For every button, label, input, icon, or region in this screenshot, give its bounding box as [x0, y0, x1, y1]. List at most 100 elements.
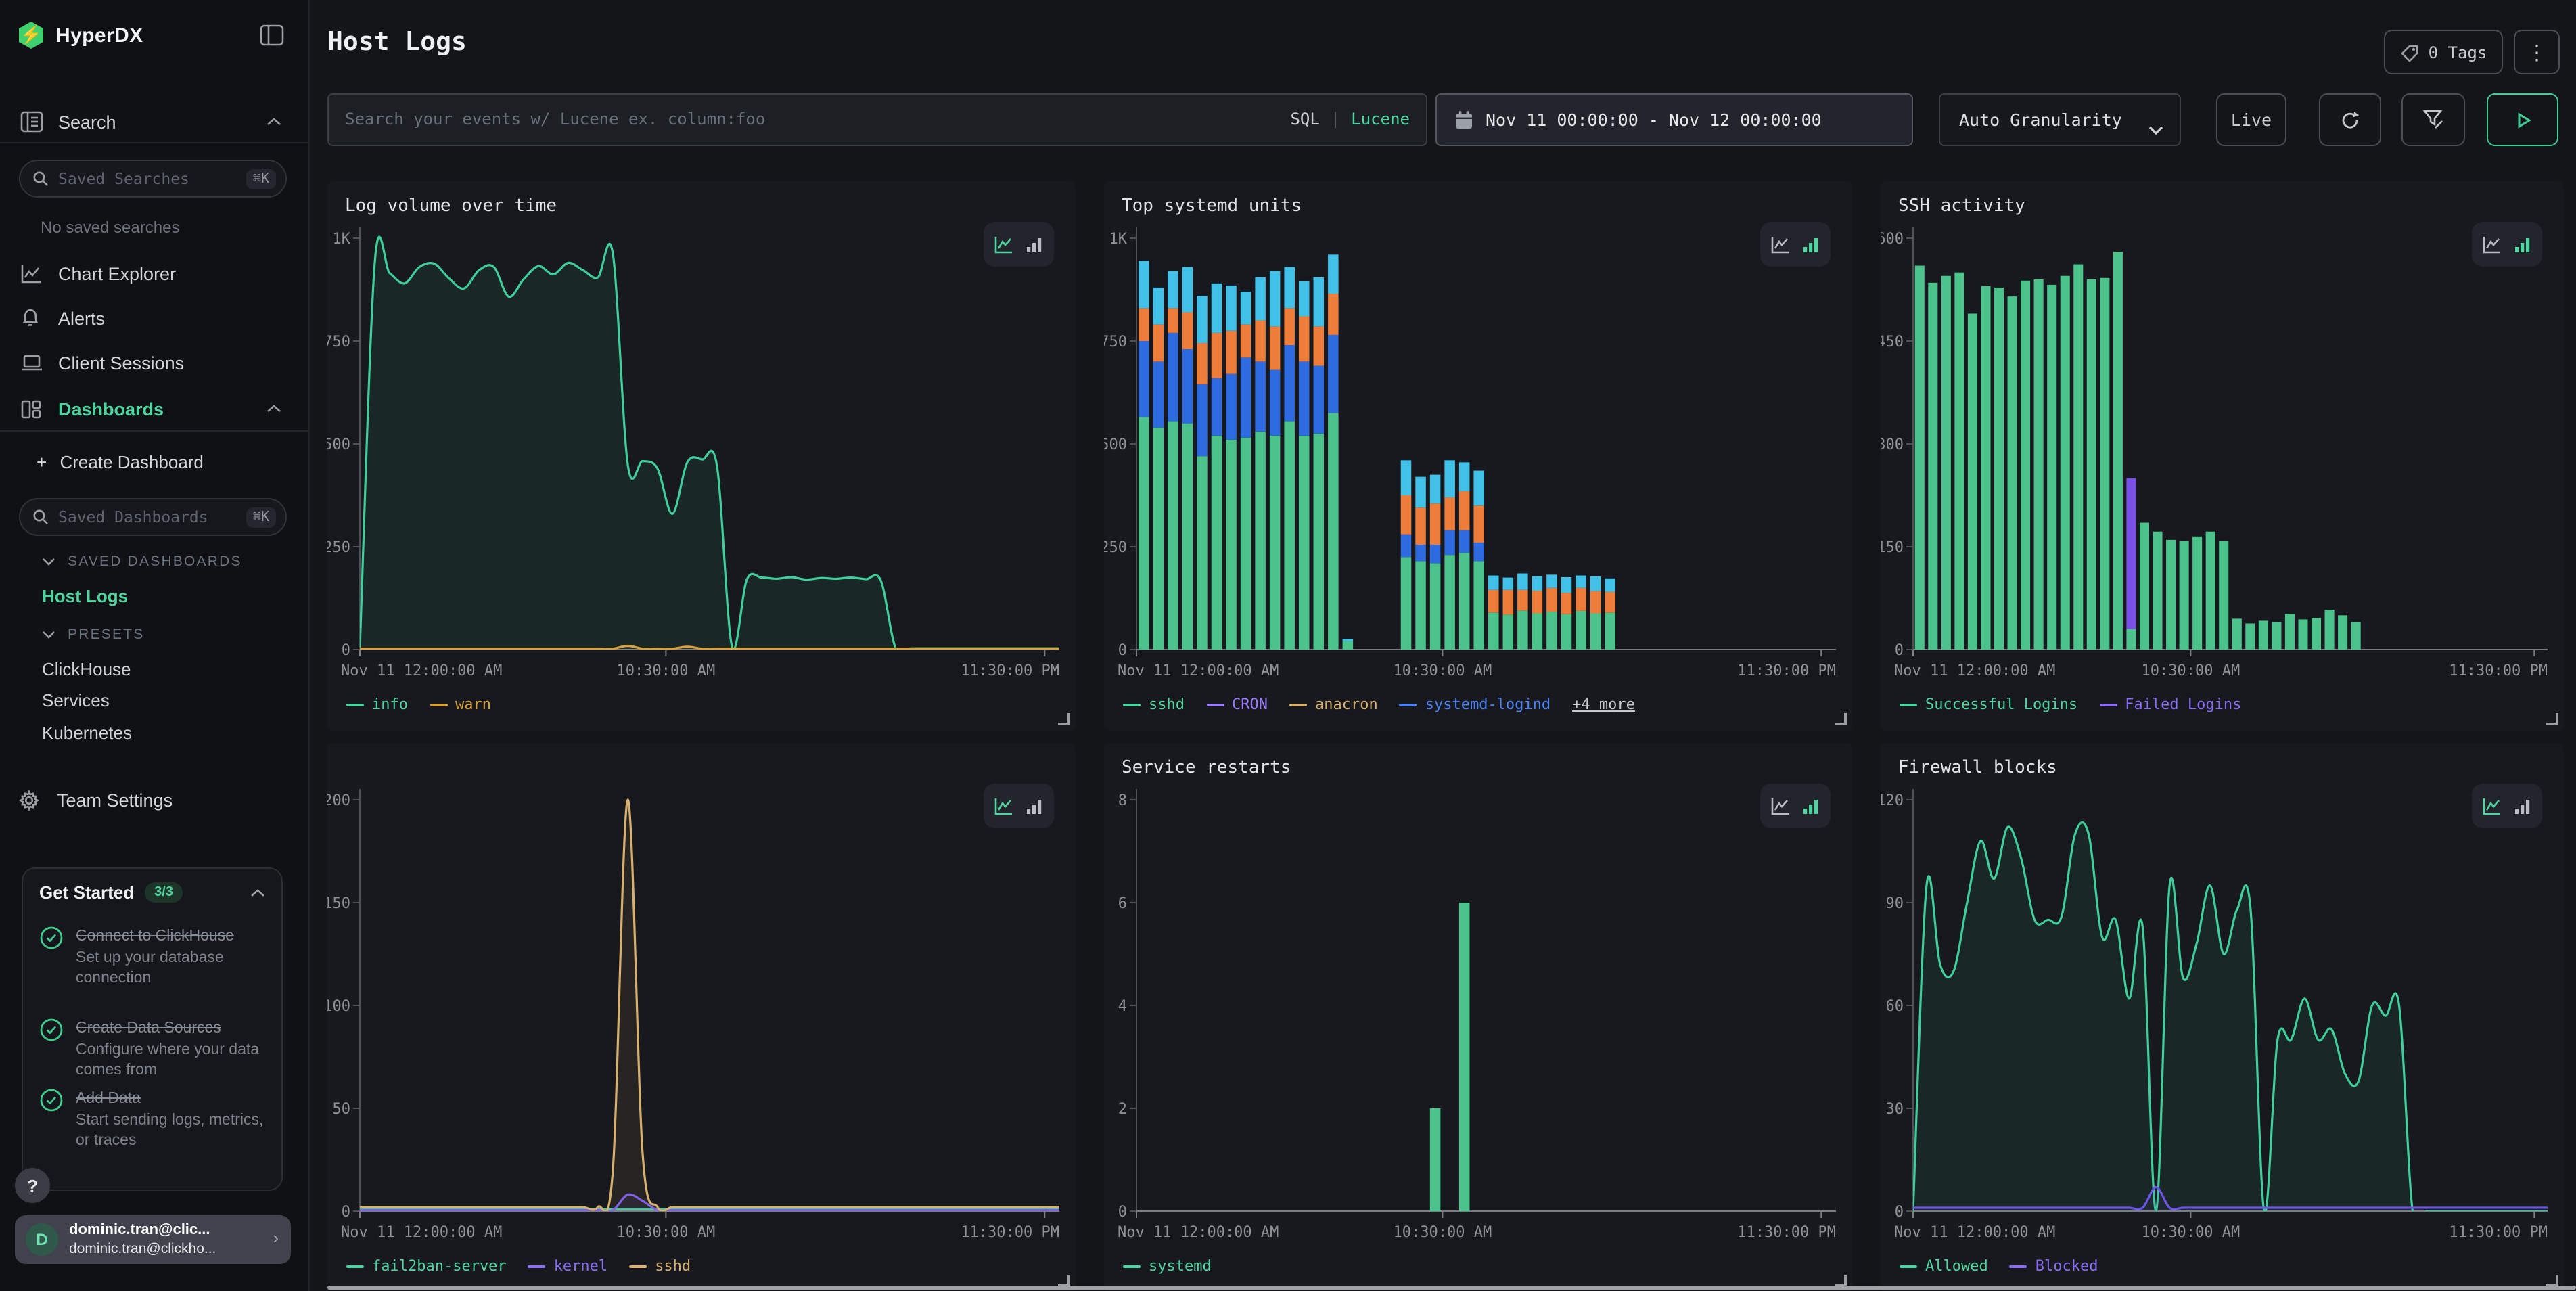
svg-text:300: 300	[1881, 436, 1904, 453]
bar-chart-icon[interactable]	[1801, 796, 1821, 816]
help-button[interactable]: ?	[15, 1168, 50, 1203]
svg-text:750: 750	[1104, 334, 1127, 350]
sidebar-preset-services[interactable]: Services	[42, 690, 110, 710]
svg-text:50: 50	[333, 1101, 351, 1118]
get-started-step-connect[interactable]: Connect to ClickHouseSet up your databas…	[39, 923, 267, 989]
sql-mode-button[interactable]: SQL	[1290, 110, 1319, 129]
legend-item[interactable]: systemd	[1123, 1257, 1212, 1275]
line-chart-icon[interactable]	[1770, 795, 1791, 817]
svg-text:250: 250	[327, 539, 350, 556]
legend-item[interactable]: kernel	[528, 1257, 608, 1275]
svg-text:0: 0	[342, 642, 350, 659]
chart-legend: sshd CRON anacron systemd-logind +4 more	[1123, 696, 1635, 713]
get-started-step-sources[interactable]: Create Data SourcesConfigure where your …	[39, 1015, 267, 1081]
chart-type-toggle[interactable]	[2472, 222, 2542, 267]
chart-type-toggle[interactable]	[984, 222, 1054, 267]
sidebar-item-alerts[interactable]: Alerts	[0, 300, 308, 336]
legend-item[interactable]: systemd-logind	[1400, 696, 1550, 713]
sidebar-item-chart-explorer[interactable]: Chart Explorer	[0, 256, 308, 291]
chart-title: Firewall blocks	[1898, 758, 2057, 778]
bar-chart-icon[interactable]	[2512, 796, 2533, 816]
collapse-sidebar-icon[interactable]	[260, 24, 284, 46]
get-started-step-add-data[interactable]: Add DataStart sending logs, metrics, or …	[39, 1085, 267, 1152]
granularity-select[interactable]: Auto Granularity	[1939, 93, 2181, 146]
line-chart-icon[interactable]	[993, 233, 1015, 255]
brand[interactable]: ⚡ HyperDX	[18, 22, 143, 49]
chart-card: 1209060300Nov 11 12:00:00 AM10:30:00 AM1…	[1881, 743, 2564, 1291]
sidebar-item-dashboards[interactable]: Dashboards	[0, 391, 308, 426]
search-placeholder: Search your events w/ Lucene ex. column:…	[345, 110, 765, 129]
section-presets[interactable]: PRESETS	[42, 627, 144, 643]
create-dashboard-button[interactable]: + Create Dashboard	[37, 452, 204, 472]
sidebar-item-label: Client Sessions	[58, 353, 184, 373]
svg-text:0: 0	[1118, 1204, 1127, 1221]
bar-chart-icon[interactable]	[1024, 796, 1044, 816]
chart-type-toggle[interactable]	[2472, 784, 2542, 828]
svg-text:Nov 11 12:00:00 AM: Nov 11 12:00:00 AM	[1894, 1224, 2055, 1241]
run-query-button[interactable]	[2487, 93, 2558, 146]
tag-icon	[2400, 43, 2419, 62]
svg-text:6: 6	[1118, 895, 1127, 912]
horizontal-scrollbar[interactable]	[327, 1286, 2576, 1290]
sidebar-preset-kubernetes[interactable]: Kubernetes	[42, 723, 132, 743]
bar-chart-icon[interactable]	[1024, 234, 1044, 254]
chart-card: 1K7505002500Nov 11 12:00:00 AM10:30:00 A…	[327, 181, 1076, 731]
sidebar-item-team-settings[interactable]: Team Settings	[0, 782, 308, 817]
resize-handle[interactable]	[2546, 713, 2558, 725]
chart-type-toggle[interactable]	[1760, 784, 1831, 828]
sidebar-item-client-sessions[interactable]: Client Sessions	[0, 345, 308, 380]
svg-text:Nov 11 12:00:00 AM: Nov 11 12:00:00 AM	[341, 662, 502, 679]
chevron-up-icon[interactable]	[250, 888, 265, 897]
legend-item[interactable]: sshd	[1123, 696, 1184, 713]
legend-item[interactable]: fail2ban-server	[346, 1257, 507, 1275]
sidebar-item-search[interactable]: Search	[0, 104, 308, 139]
refresh-icon	[2339, 109, 2361, 131]
svg-text:2: 2	[1118, 1101, 1127, 1118]
line-chart-icon[interactable]	[2481, 795, 2503, 817]
legend-item[interactable]: info	[346, 696, 408, 713]
search-icon	[32, 171, 49, 187]
user-email: dominic.tran@clickho...	[69, 1241, 216, 1257]
live-button[interactable]: Live	[2216, 93, 2286, 146]
section-saved-dashboards[interactable]: SAVED DASHBOARDS	[42, 553, 242, 570]
legend-item[interactable]: anacron	[1289, 696, 1378, 713]
filter-button[interactable]	[2401, 93, 2465, 146]
refresh-button[interactable]	[2319, 93, 2381, 146]
saved-searches-input[interactable]: Saved Searches ⌘K	[19, 160, 287, 198]
svg-text:10:30:00 AM: 10:30:00 AM	[2142, 662, 2240, 679]
chart-plot: 200150100500Nov 11 12:00:00 AM10:30:00 A…	[327, 743, 1076, 1291]
user-profile-button[interactable]: D dominic.tran@clic... dominic.tran@clic…	[15, 1215, 291, 1264]
legend-more-link[interactable]: +4 more	[1572, 696, 1635, 713]
legend-item[interactable]: CRON	[1206, 696, 1268, 713]
sidebar-preset-clickhouse[interactable]: ClickHouse	[42, 659, 131, 679]
saved-dashboards-input[interactable]: Saved Dashboards ⌘K	[19, 498, 287, 536]
check-circle-icon	[39, 1018, 64, 1081]
line-chart-icon[interactable]	[1770, 233, 1791, 255]
avatar: D	[26, 1223, 58, 1256]
legend-item[interactable]: sshd	[629, 1257, 691, 1275]
legend-item[interactable]: Blocked	[2010, 1257, 2098, 1275]
legend-item[interactable]: Failed Logins	[2099, 696, 2241, 713]
date-range-picker[interactable]: Nov 11 00:00:00 - Nov 12 00:00:00	[1435, 93, 1913, 146]
chart-explorer-icon	[20, 263, 43, 284]
bar-chart-icon[interactable]	[1801, 234, 1821, 254]
line-chart-icon[interactable]	[2481, 233, 2503, 255]
sidebar-dashboard-host-logs[interactable]: Host Logs	[42, 586, 128, 606]
chart-type-toggle[interactable]	[984, 784, 1054, 828]
tags-button[interactable]: 0 Tags	[2384, 30, 2503, 74]
legend-item[interactable]: warn	[430, 696, 491, 713]
sidebar-item-label: Team Settings	[57, 790, 172, 810]
resize-handle[interactable]	[1835, 713, 1847, 725]
chart-plot: 1K7505002500Nov 11 12:00:00 AM10:30:00 A…	[327, 181, 1076, 731]
resize-handle[interactable]	[1058, 713, 1070, 725]
kebab-menu-button[interactable]: ⋮	[2514, 30, 2560, 74]
lucene-mode-button[interactable]: Lucene	[1351, 110, 1410, 129]
granularity-value: Auto Granularity	[1959, 110, 2122, 130]
bar-chart-icon[interactable]	[2512, 234, 2533, 254]
legend-item[interactable]: Allowed	[1900, 1257, 1988, 1275]
legend-item[interactable]: Successful Logins	[1900, 696, 2077, 713]
event-search-input[interactable]: Search your events w/ Lucene ex. column:…	[327, 93, 1427, 146]
svg-text:500: 500	[1104, 436, 1127, 453]
chart-type-toggle[interactable]	[1760, 222, 1831, 267]
line-chart-icon[interactable]	[993, 795, 1015, 817]
